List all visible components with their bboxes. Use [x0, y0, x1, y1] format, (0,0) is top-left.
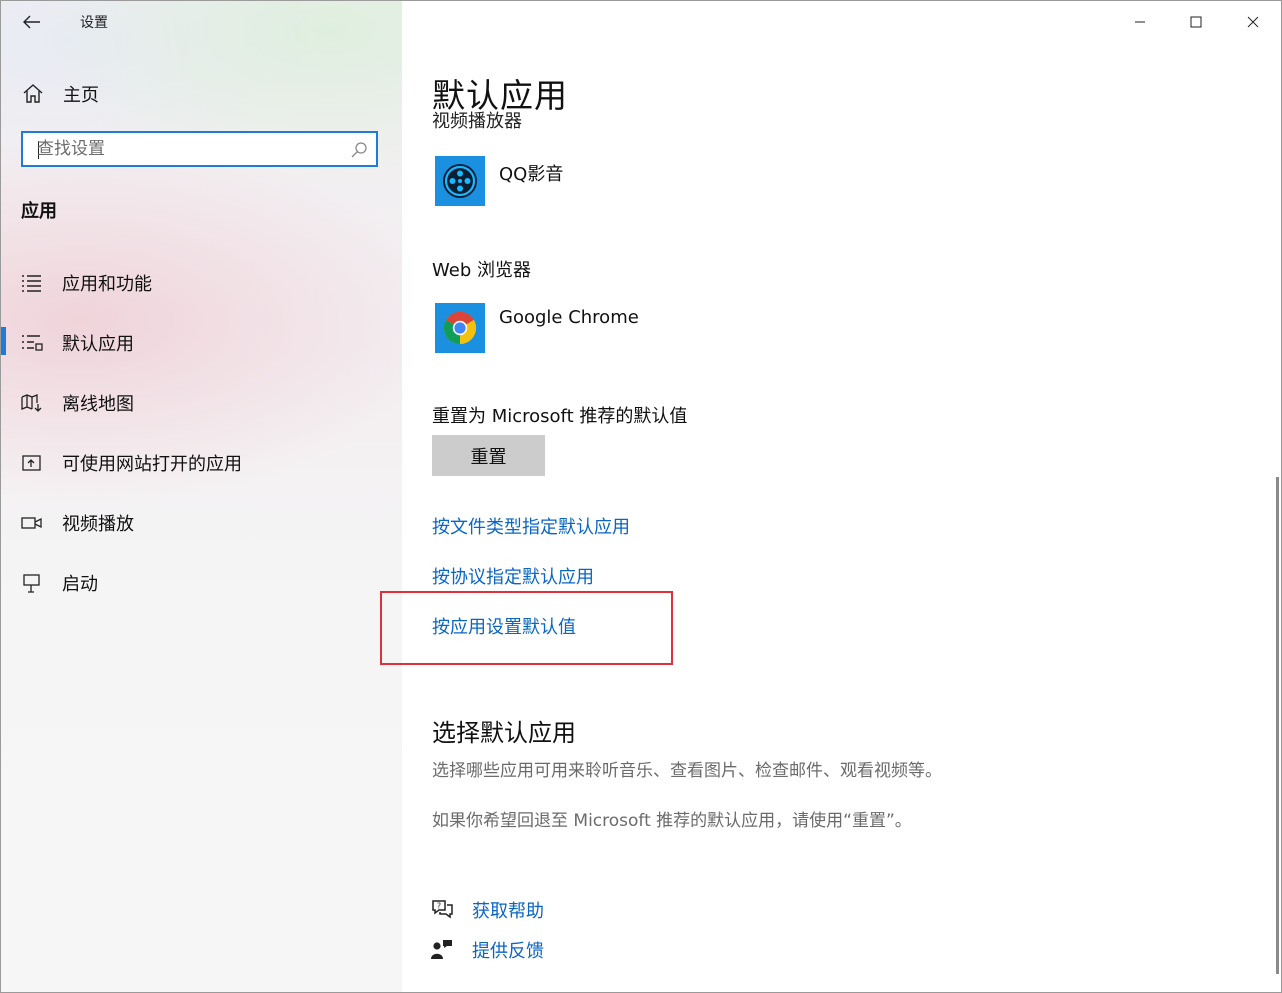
home-icon — [23, 84, 43, 103]
choose-description: 选择哪些应用可用来聆听音乐、查看图片、检查邮件、观看视频等。 — [432, 761, 942, 781]
web-browser-app-name: Google Chrome — [499, 307, 639, 328]
get-help-label: 获取帮助 — [472, 901, 544, 922]
home-nav-item[interactable]: 主页 — [21, 79, 99, 109]
sidebar-item-offline-maps[interactable]: 离线地图 — [1, 382, 402, 424]
sidebar-item-apps-for-websites[interactable]: 可使用网站打开的应用 — [1, 442, 402, 484]
page-title: 默认应用 — [432, 76, 568, 115]
video-player-heading-clipped: 视频播放器 — [432, 111, 732, 131]
web-browser-heading: Web 浏览器 — [432, 260, 531, 281]
sidebar: 设置 主页 应用 应用和功能 — [1, 1, 402, 992]
give-feedback-link[interactable]: 提供反馈 — [430, 935, 544, 963]
minimize-icon — [1135, 21, 1145, 23]
settings-window: 设置 主页 应用 应用和功能 — [0, 0, 1282, 993]
sidebar-item-label: 视频播放 — [62, 514, 134, 535]
startup-icon — [23, 574, 40, 593]
apps-features-icon — [22, 275, 41, 292]
offline-maps-icon — [21, 394, 42, 412]
svg-text:?: ? — [437, 902, 441, 911]
default-apps-icon — [22, 335, 43, 351]
video-player-heading: 视频播放器 — [432, 111, 522, 131]
help-chat-icon: ? — [432, 900, 453, 919]
link-by-protocol[interactable]: 按协议指定默认应用 — [432, 563, 594, 589]
choose-default-apps-title: 选择默认应用 — [432, 719, 576, 747]
link-by-app[interactable]: 按应用设置默认值 — [432, 613, 576, 639]
search-box[interactable] — [21, 131, 378, 167]
reset-description: 如果你希望回退至 Microsoft 推荐的默认应用，请使用“重置”。 — [432, 811, 912, 831]
sidebar-item-label: 可使用网站打开的应用 — [62, 454, 242, 475]
maximize-icon — [1190, 16, 1202, 28]
search-input[interactable] — [37, 133, 337, 165]
sidebar-item-apps-features[interactable]: 应用和功能 — [1, 262, 402, 304]
sidebar-item-label: 离线地图 — [62, 394, 134, 415]
video-player-app[interactable]: QQ影音 — [435, 156, 563, 208]
window-title: 设置 — [80, 15, 108, 31]
video-player-app-name: QQ影音 — [499, 164, 564, 185]
sidebar-item-video-playback[interactable]: 视频播放 — [1, 502, 402, 544]
sidebar-item-default-apps[interactable]: 默认应用 — [1, 322, 402, 364]
video-playback-icon — [21, 517, 42, 529]
close-icon — [1247, 16, 1259, 28]
sidebar-item-label: 应用和功能 — [62, 274, 152, 295]
chrome-icon — [435, 303, 485, 353]
web-browser-app[interactable]: Google Chrome — [435, 303, 639, 355]
maximize-button[interactable] — [1182, 9, 1210, 35]
give-feedback-label: 提供反馈 — [472, 941, 544, 962]
link-by-file-type[interactable]: 按文件类型指定默认应用 — [432, 513, 630, 539]
main-content: 默认应用 视频播放器 QQ影音 Web 浏览器 Google Chrome 重置… — [380, 1, 1281, 992]
apps-for-websites-icon — [22, 455, 41, 471]
scrollbar[interactable] — [1276, 477, 1279, 974]
get-help-link[interactable]: ? 获取帮助 — [430, 895, 544, 923]
search-icon[interactable] — [350, 141, 368, 159]
sidebar-item-label: 启动 — [62, 574, 98, 595]
qq-player-icon — [435, 156, 485, 206]
home-label: 主页 — [63, 85, 99, 106]
minimize-button[interactable] — [1126, 9, 1154, 35]
back-button[interactable] — [19, 11, 45, 33]
close-button[interactable] — [1239, 9, 1267, 35]
section-label-apps: 应用 — [21, 201, 57, 222]
reset-heading: 重置为 Microsoft 推荐的默认值 — [432, 406, 688, 427]
reset-button[interactable]: 重置 — [432, 435, 545, 476]
back-arrow-icon — [23, 15, 40, 29]
feedback-person-icon — [431, 940, 452, 959]
sidebar-item-startup[interactable]: 启动 — [1, 562, 402, 604]
sidebar-item-label: 默认应用 — [62, 334, 134, 355]
